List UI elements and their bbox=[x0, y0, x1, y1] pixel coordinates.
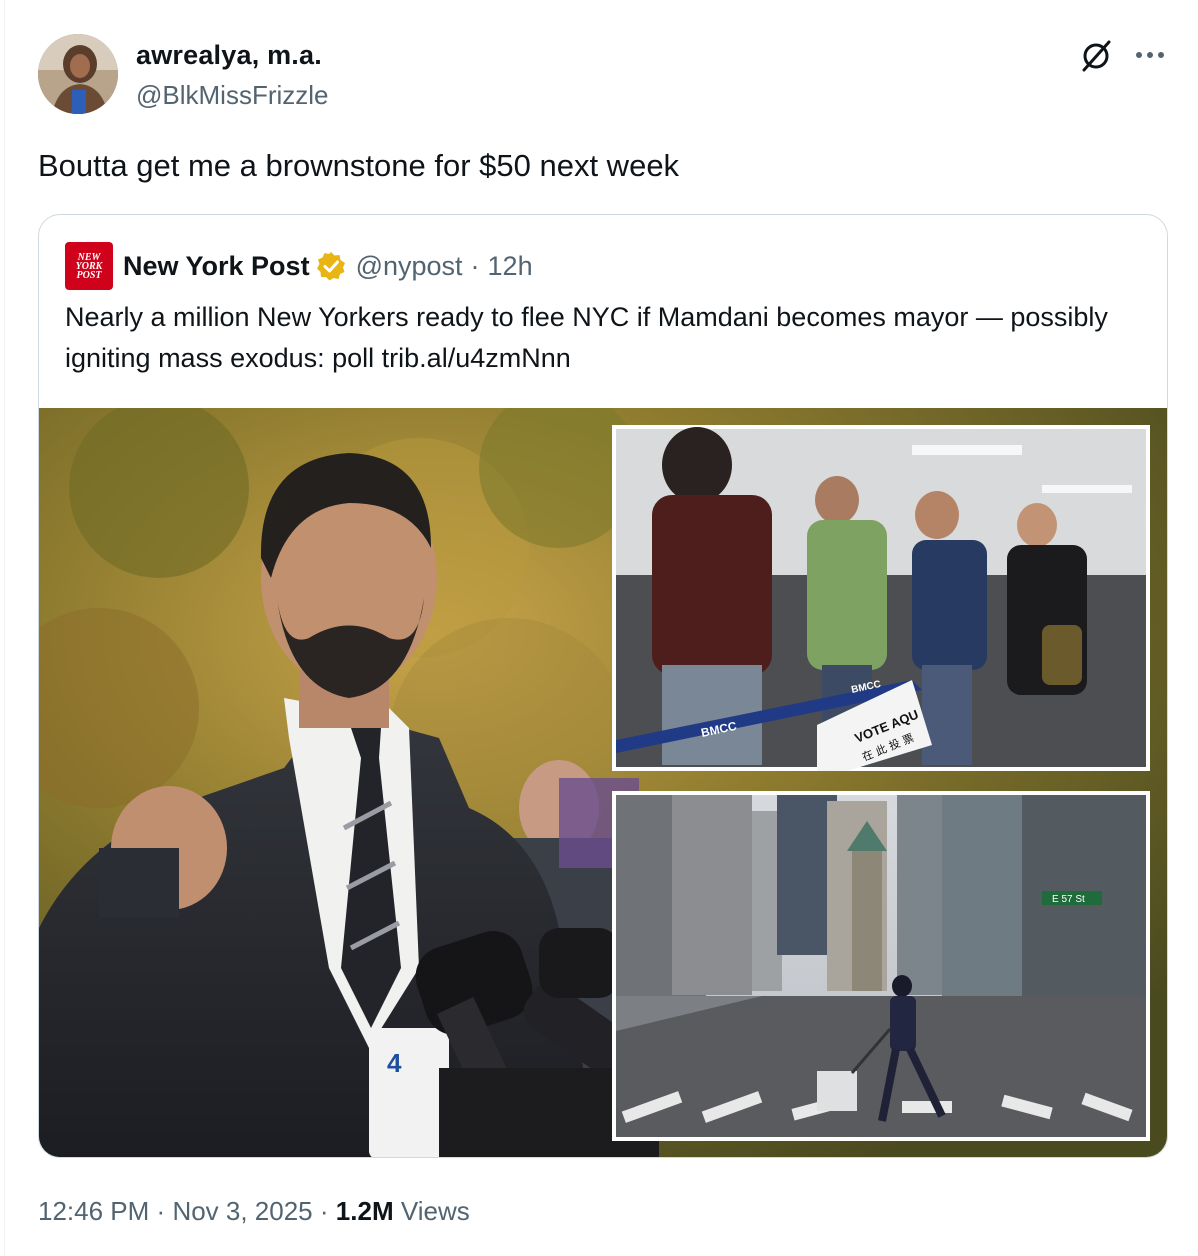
quoted-time[interactable]: 12h bbox=[488, 251, 533, 282]
tweet-text: Boutta get me a brownstone for $50 next … bbox=[38, 148, 680, 183]
mic-channel-logo: 4 bbox=[387, 1048, 402, 1078]
quoted-tweet-text: Nearly a million New Yorkers ready to fl… bbox=[65, 302, 1108, 373]
author-handle[interactable]: @BlkMissFrizzle bbox=[136, 80, 329, 111]
quoted-author-name[interactable]: New York Post bbox=[123, 251, 310, 282]
avatar-photo bbox=[38, 34, 118, 114]
author-display-name[interactable]: awrealya, m.a. bbox=[136, 40, 322, 71]
avatar[interactable] bbox=[38, 34, 118, 114]
tweet-date[interactable]: Nov 3, 2025 bbox=[172, 1196, 312, 1226]
quoted-tweet[interactable]: NEW YORK POST New York Post @nypost · 12… bbox=[38, 214, 1168, 1158]
more-options-icon[interactable] bbox=[1130, 40, 1170, 70]
dot-separator: · bbox=[470, 250, 480, 281]
timeline-border bbox=[4, 0, 5, 1256]
logo-line: POST bbox=[76, 269, 102, 281]
dot-separator: · bbox=[319, 1196, 329, 1226]
quoted-author-handle[interactable]: @nypost bbox=[356, 251, 463, 282]
grok-icon[interactable] bbox=[1078, 38, 1114, 74]
tweet-meta: 12:46 PM · Nov 3, 2025 · 1.2M Views bbox=[38, 1196, 470, 1227]
quoted-tweet-header: NEW YORK POST New York Post @nypost · 12… bbox=[65, 241, 533, 291]
nypost-logo-icon[interactable]: NEW YORK POST bbox=[65, 242, 113, 290]
quoted-media[interactable]: 4 BMCC BMCC VOTE AQU 在 此 投 票 E 57 St bbox=[39, 408, 1167, 1157]
views-label: Views bbox=[400, 1196, 470, 1226]
empty-street-inset-photo: E 57 St bbox=[612, 791, 1150, 1141]
views-count[interactable]: 1.2M bbox=[336, 1196, 394, 1226]
tweet-time[interactable]: 12:46 PM bbox=[38, 1196, 149, 1226]
polling-site-inset-photo: BMCC BMCC VOTE AQU 在 此 投 票 bbox=[612, 425, 1150, 771]
street-sign-label: E 57 St bbox=[1052, 894, 1085, 905]
dot-separator: · bbox=[156, 1196, 166, 1226]
gold-verified-badge-icon[interactable] bbox=[316, 251, 346, 281]
